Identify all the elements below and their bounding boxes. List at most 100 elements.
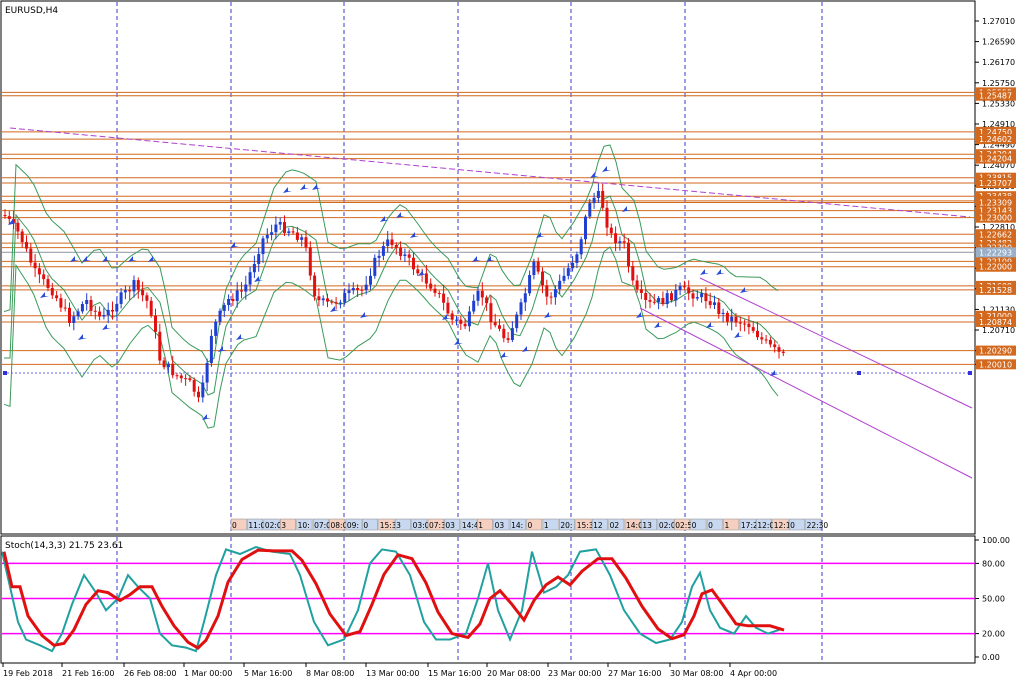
level-label: 1.22000 — [976, 261, 1016, 272]
candle-body — [579, 239, 583, 255]
time-tag-label: 07:0 — [314, 521, 331, 530]
time-tag-label: 02:0 — [265, 521, 282, 530]
time-tick-label: 21 Feb 16:00 — [62, 669, 114, 678]
candle-body — [777, 347, 781, 352]
candle-body — [377, 255, 381, 258]
current-price-text: 1.22293 — [979, 248, 1012, 257]
trendline-handle[interactable] — [857, 371, 861, 375]
candle-body — [412, 257, 415, 270]
candle-body — [639, 289, 643, 293]
time-tag: 0 — [230, 518, 247, 531]
candle-body — [394, 245, 398, 248]
candle-body — [661, 298, 665, 305]
candle-body — [141, 289, 145, 296]
time-tag: 12 — [591, 518, 608, 531]
candle-body — [631, 266, 635, 281]
time-tag: 13 — [641, 518, 658, 531]
time-tag-label: 1 — [544, 521, 549, 530]
candle-body — [347, 290, 351, 294]
candle-body — [498, 325, 501, 329]
candle-body — [257, 254, 261, 264]
candle-body — [50, 287, 54, 296]
candle-body — [37, 268, 41, 275]
candle-body — [506, 338, 510, 340]
candle-body — [450, 313, 454, 320]
candle-body — [485, 297, 489, 304]
level-label-text: 1.24602 — [979, 135, 1012, 144]
candle-body — [437, 292, 441, 294]
candle-body — [240, 290, 243, 292]
candle-body — [287, 231, 291, 233]
price-tick-label: 1.27010 — [982, 17, 1015, 26]
trendline-handle[interactable] — [968, 371, 972, 375]
level-label-text: 1.20290 — [979, 347, 1012, 356]
candle-body — [227, 299, 231, 305]
candle-body — [467, 311, 471, 327]
time-tag-label: 02:0 — [659, 521, 676, 530]
candle-body — [472, 300, 476, 312]
time-tag: 09: — [345, 518, 362, 531]
candle-body — [197, 391, 200, 398]
time-tick-label: 30 Mar 08:00 — [670, 669, 723, 678]
level-label-text: 1.20010 — [979, 360, 1012, 369]
candle-body — [55, 295, 59, 299]
candle-body — [446, 302, 450, 314]
candle-body — [678, 286, 682, 290]
time-tag: 08:0 — [329, 518, 348, 531]
candle-body — [493, 322, 497, 326]
candle-body — [515, 314, 519, 329]
chart-title: EURUSD,H4 — [5, 6, 58, 16]
level-label-text: 1.23707 — [979, 179, 1012, 188]
candle-body — [98, 311, 102, 317]
candle-body — [356, 288, 360, 290]
trendline-handle[interactable] — [3, 371, 7, 375]
chart-window[interactable]: 0 11:0 02:0 3 10: 07:0 08:0 09: 0 15:30 3 03:00 07:3… — [0, 0, 1024, 683]
candle-body — [717, 302, 721, 314]
time-tag: 02:5 — [674, 518, 692, 531]
candle-body — [622, 241, 626, 243]
candle-body — [592, 197, 596, 204]
time-tick-label: 1 Mar 00:00 — [184, 669, 232, 678]
time-tag-label: 10: — [298, 521, 310, 530]
time-tag: 17:2 — [739, 518, 758, 531]
time-tag-label: 3 — [281, 521, 286, 530]
candle-body — [111, 309, 114, 312]
candle-body — [747, 323, 751, 328]
time-tag-label: 07:3 — [429, 521, 446, 530]
candle-body — [261, 238, 265, 255]
candle-body — [751, 327, 755, 331]
candle-body — [248, 272, 252, 285]
candle-body — [123, 290, 127, 293]
candle-body — [549, 296, 553, 298]
candle-body — [756, 330, 759, 338]
candle-body — [369, 275, 372, 285]
candle-body — [734, 316, 738, 323]
candle-body — [601, 190, 605, 208]
time-tag: 02 — [608, 518, 625, 531]
candle-body — [338, 302, 342, 304]
candle-body — [455, 319, 458, 321]
time-tag-label: 08:0 — [331, 521, 348, 530]
stochastic-axis: 100.00 80.00 50.00 20.00 0.00 — [975, 536, 1010, 662]
time-tick-label: 27 Mar 16:00 — [608, 669, 661, 678]
main-chart-panel[interactable] — [0, 0, 976, 535]
time-tag-label: 02 — [610, 521, 620, 530]
candle-body — [334, 302, 338, 304]
stoch-title: Stoch(14,3,3) 21.75 23.61 — [5, 541, 123, 551]
candle-body — [768, 339, 772, 345]
price-tick-label: 1.26590 — [982, 38, 1015, 47]
candle-body — [424, 273, 428, 284]
candle-body — [442, 293, 446, 303]
candle-body — [89, 299, 93, 311]
time-tag: 02:0 — [263, 518, 282, 531]
candle-body — [480, 290, 484, 298]
time-tick-label: 4 Apr 00:00 — [730, 669, 777, 678]
candle-body — [575, 254, 579, 263]
candle-body — [3, 215, 7, 217]
candle-body — [545, 285, 549, 297]
time-tick-label: 20 Mar 08:00 — [487, 669, 540, 678]
candle-body — [300, 237, 304, 240]
candle-body — [304, 237, 308, 248]
candle-body — [381, 246, 385, 256]
time-tag: 10: — [296, 518, 313, 531]
